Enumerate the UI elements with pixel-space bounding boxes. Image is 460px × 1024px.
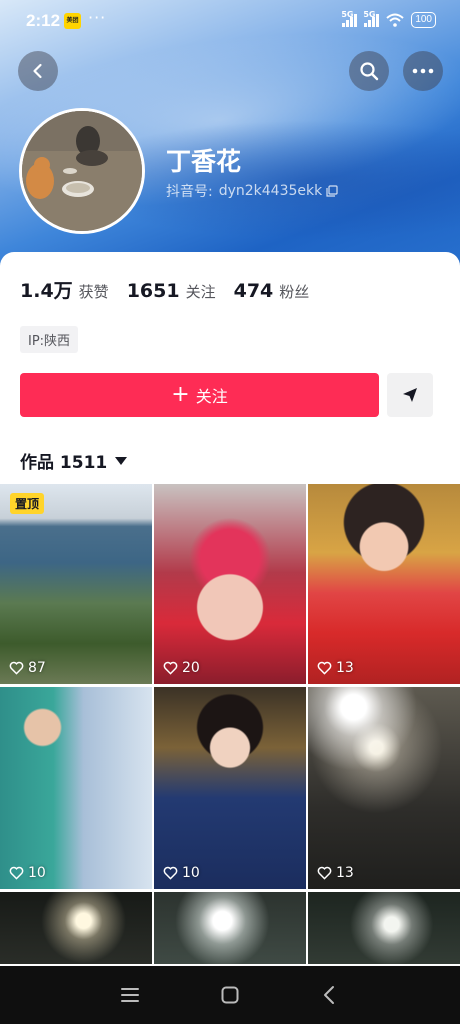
video-likes-count: 10 — [28, 865, 46, 881]
heart-outline-icon — [317, 661, 332, 675]
heart-outline-icon — [9, 866, 24, 880]
network-type-1: 5G — [341, 10, 354, 19]
caret-down-icon — [115, 456, 128, 465]
more-dots-icon — [412, 68, 434, 74]
status-time: 2:12 — [26, 11, 61, 30]
following-count: 1651 — [126, 280, 180, 302]
video-likes: 13 — [317, 865, 354, 881]
likes-count: 1.4万 — [20, 280, 73, 302]
network-type-2: 5G — [363, 10, 376, 19]
back-triangle-icon[interactable] — [319, 984, 341, 1006]
video-grid: 置顶 87 20 13 10 10 13 — [0, 482, 460, 964]
signal-icon: 5G — [341, 10, 358, 27]
video-tile[interactable]: 13 — [308, 687, 460, 889]
video-likes-count: 13 — [336, 865, 354, 881]
video-tile[interactable] — [154, 892, 306, 964]
search-button[interactable] — [349, 51, 389, 91]
video-tile[interactable] — [0, 892, 152, 964]
battery-indicator: 100 — [411, 12, 436, 28]
video-likes: 87 — [9, 660, 46, 676]
status-bar: 2:12 美团 ··· 5G 5G 100 — [0, 0, 460, 44]
following-label: 关注 — [185, 283, 216, 301]
profile-stats: 1.4万 获赞 1651 关注 474 粉丝 — [20, 276, 327, 303]
home-square-icon[interactable] — [219, 984, 241, 1006]
video-likes: 13 — [317, 660, 354, 676]
avatar-image — [22, 111, 142, 231]
douyin-id-label: 抖音号: — [166, 184, 213, 200]
ip-location-tag: IP:陕西 — [20, 326, 79, 353]
heart-outline-icon — [163, 661, 178, 675]
likes-stat[interactable]: 1.4万 获赞 — [20, 276, 109, 303]
video-likes: 10 — [9, 865, 46, 881]
pinned-badge: 置顶 — [10, 493, 45, 514]
wifi-icon — [386, 13, 404, 27]
avatar[interactable] — [19, 108, 145, 234]
video-tile[interactable]: 10 — [0, 687, 152, 889]
douyin-id-value: dyn2k4435ekk — [218, 183, 323, 199]
douyin-id: 抖音号: dyn2k4435ekk — [166, 181, 338, 201]
send-arrow-icon — [403, 388, 417, 402]
video-tile[interactable]: 10 — [154, 687, 306, 889]
status-indicators: 5G 5G 100 — [341, 10, 436, 28]
system-nav-bar — [0, 966, 460, 1024]
plus-icon: + — [171, 382, 190, 407]
video-likes-count: 20 — [182, 660, 200, 676]
video-likes-count: 87 — [28, 660, 46, 676]
heart-outline-icon — [317, 866, 332, 880]
video-tile[interactable]: 13 — [308, 482, 460, 684]
copy-icon[interactable] — [326, 185, 338, 197]
heart-outline-icon — [9, 661, 24, 675]
video-tile[interactable]: 20 — [154, 482, 306, 684]
menu-icon[interactable] — [119, 984, 141, 1006]
video-likes-count: 10 — [182, 865, 200, 881]
more-options-button[interactable] — [403, 51, 443, 91]
follow-button[interactable]: + 关注 — [20, 373, 379, 417]
followers-stat[interactable]: 474 粉丝 — [234, 280, 310, 302]
followers-label: 粉丝 — [279, 283, 310, 301]
follow-label: 关注 — [195, 387, 228, 406]
video-tile[interactable]: 置顶 87 — [0, 482, 152, 684]
profile-name: 丁香花 — [166, 147, 242, 176]
signal-icon-2: 5G — [363, 10, 380, 27]
works-title-label: 作品 1511 — [20, 453, 108, 473]
video-likes: 10 — [163, 865, 200, 881]
back-button[interactable] — [18, 51, 58, 91]
video-likes-count: 13 — [336, 660, 354, 676]
works-tab[interactable]: 作品 1511 — [20, 448, 128, 473]
following-stat[interactable]: 1651 关注 — [127, 280, 216, 302]
status-more: ··· — [88, 8, 107, 27]
profile-card: 1.4万 获赞 1651 关注 474 粉丝 IP:陕西 + 关注 作品 151… — [0, 252, 460, 484]
chevron-left-icon — [33, 63, 42, 79]
search-icon — [360, 62, 379, 81]
meituan-app-icon: 美团 — [64, 13, 81, 29]
video-likes: 20 — [163, 660, 200, 676]
heart-outline-icon — [163, 866, 178, 880]
video-tile[interactable] — [308, 892, 460, 964]
likes-label: 获赞 — [78, 283, 109, 301]
send-message-button[interactable] — [387, 373, 433, 417]
followers-count: 474 — [233, 280, 274, 302]
